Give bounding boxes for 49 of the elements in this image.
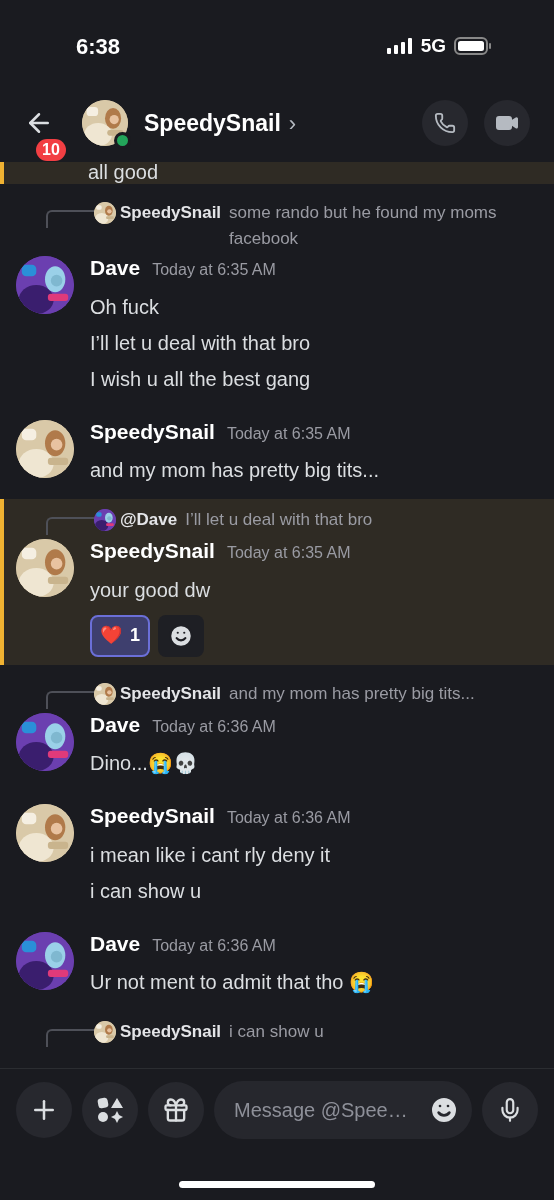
author-name: Dave xyxy=(90,255,141,281)
reply-connector xyxy=(46,690,94,709)
timestamp: Today at 6:36 AM xyxy=(152,716,276,737)
network-label: 5G xyxy=(420,33,446,58)
reply-connector xyxy=(46,517,94,535)
timestamp: Today at 6:35 AM xyxy=(226,423,351,444)
author-name: Dave xyxy=(90,930,141,957)
message-text: i mean like i cant rly deny it xyxy=(90,842,332,868)
battery-icon xyxy=(454,37,492,55)
add-reaction-button[interactable] xyxy=(158,614,204,657)
reply-author: SpeedySnail xyxy=(120,1021,222,1043)
message-text: Dino...😭💀 xyxy=(90,751,199,776)
message-text: all good xyxy=(88,162,159,182)
author-name: SpeedySnail xyxy=(90,803,215,829)
reply-text: i can show u xyxy=(229,1021,325,1043)
reply-connector xyxy=(46,1029,94,1047)
message-text: I wish u all the best gang xyxy=(90,366,312,392)
message-text: Oh fuck xyxy=(90,294,160,320)
reaction-button[interactable]: ❤ 1 xyxy=(90,614,150,657)
reply-author: @Dave xyxy=(120,509,178,531)
reply-text: I’ll let u deal with that bro xyxy=(185,509,374,531)
author-name: SpeedySnail xyxy=(90,538,215,564)
chat-title: SpeedySnail xyxy=(144,108,281,138)
message-text: I’ll let u deal with that bro xyxy=(90,330,312,356)
timestamp: Today at 6:36 AM xyxy=(226,808,351,828)
shapes-icon xyxy=(96,1096,124,1124)
message-input[interactable]: Message @Spee… xyxy=(214,1081,472,1139)
reply-connector xyxy=(46,210,94,228)
reply-author: SpeedySnail xyxy=(120,682,222,705)
timestamp: Today at 6:36 AM xyxy=(152,935,276,956)
chevron-text: › xyxy=(288,109,297,138)
signal-icon xyxy=(386,38,413,54)
author-name: SpeedySnail xyxy=(90,418,215,445)
gift-icon xyxy=(162,1096,190,1124)
video-call-button[interactable] xyxy=(484,100,530,146)
phone-icon xyxy=(434,112,456,134)
author-name: Dave xyxy=(90,711,141,738)
unread-badge: 10 xyxy=(36,139,66,161)
reply-text: and my mom has pretty big tits... xyxy=(229,682,476,705)
message-text: and my mom has pretty big tits... xyxy=(90,458,380,483)
clock-time: 6:38 xyxy=(76,32,121,61)
timestamp: Today at 6:35 AM xyxy=(226,543,351,563)
reply-author: SpeedySnail xyxy=(120,202,222,224)
timestamp: Today at 6:35 AM xyxy=(152,260,276,280)
message-text: your good dw xyxy=(90,577,212,603)
message-text: i can show u xyxy=(90,878,203,904)
voice-call-button[interactable] xyxy=(422,100,468,146)
reply-text: some rando but he found my moms facebook xyxy=(229,202,498,250)
message-text: Ur not ment to admit that tho 😭 xyxy=(90,970,375,995)
